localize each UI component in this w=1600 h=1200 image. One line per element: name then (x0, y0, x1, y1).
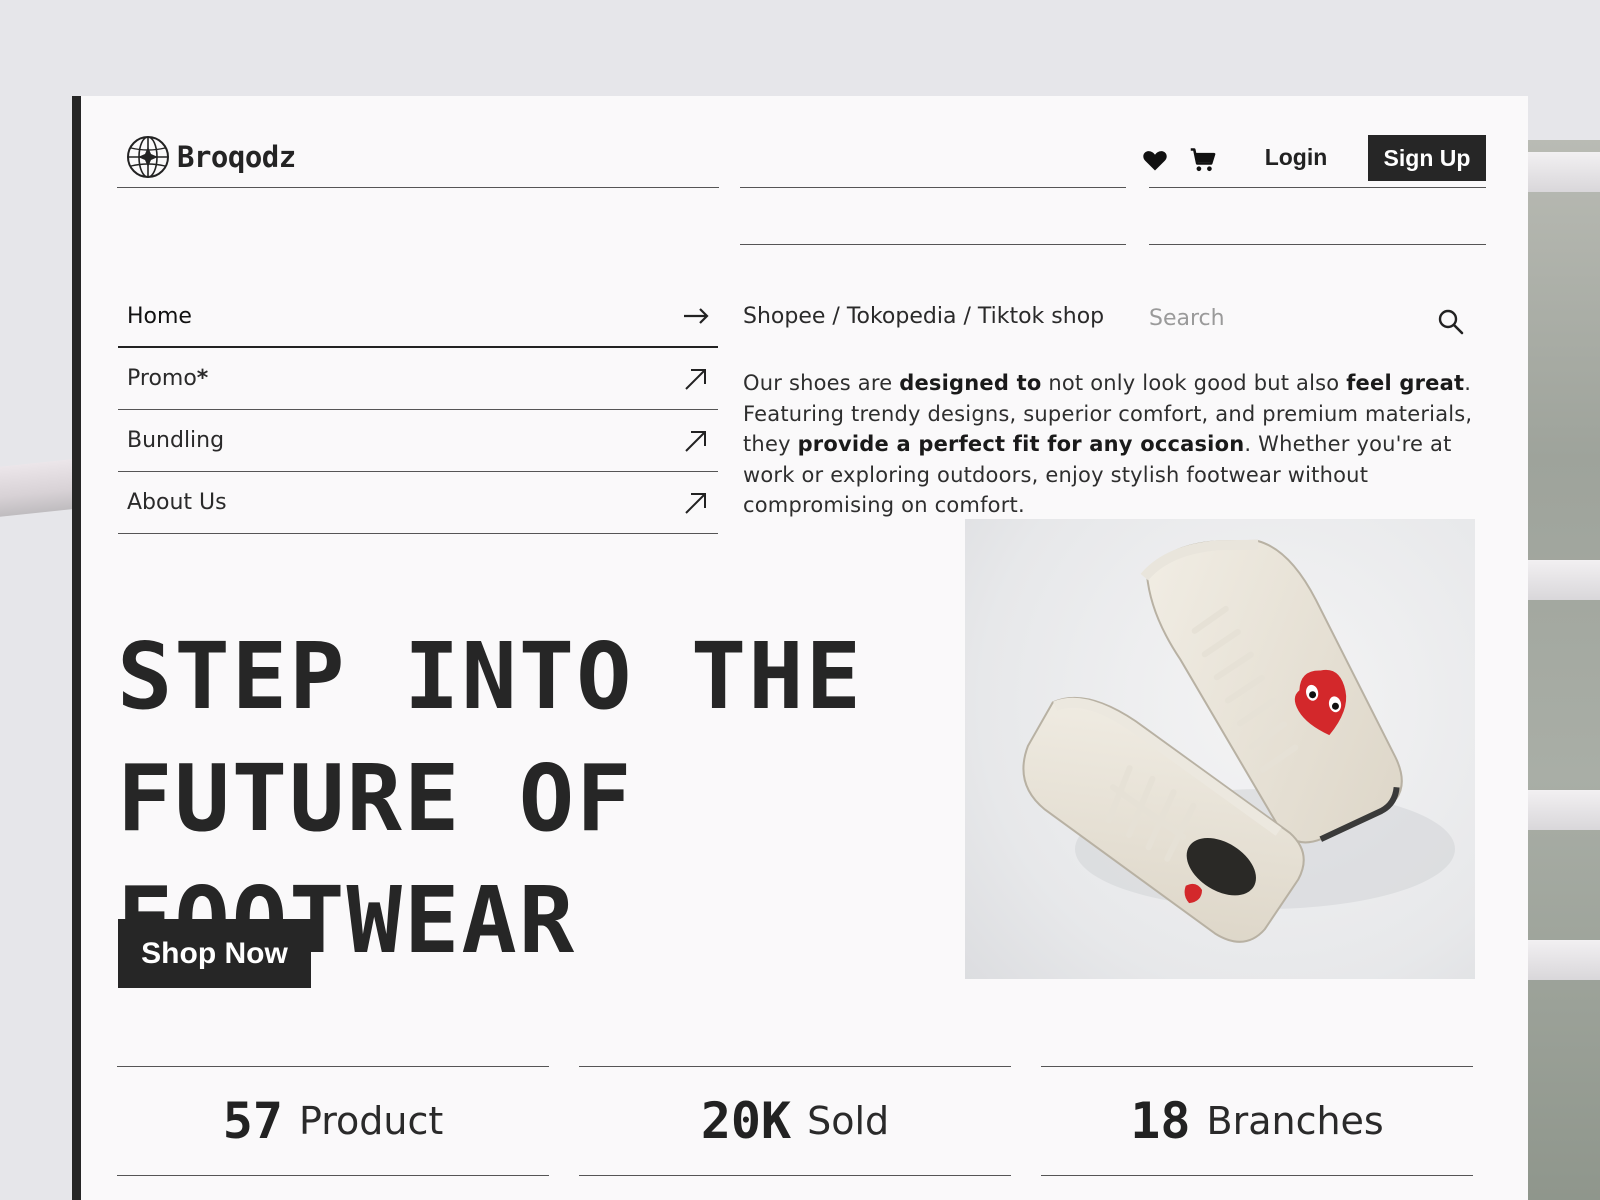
landing-card: Broqodz Login Sign Up Home Promo * Bundl… (72, 96, 1528, 1200)
marketplace-link-tokopedia[interactable]: Tokopedia (847, 304, 957, 329)
nav-item-label: Home (127, 303, 192, 329)
divider (1149, 187, 1486, 188)
brand-logo[interactable]: Broqodz (125, 134, 296, 180)
marketplace-link-tiktok[interactable]: Tiktok shop (978, 304, 1104, 329)
description-highlight: feel great (1346, 371, 1465, 395)
description-text: not only look good but also (1041, 371, 1347, 395)
description-highlight: designed to (899, 371, 1042, 395)
divider (1149, 244, 1486, 245)
nav-item-label: Bundling (127, 428, 225, 453)
stat-sold: 20K Sold (579, 1066, 1011, 1176)
arrow-up-right-icon (685, 430, 706, 452)
marketplace-links: Shopee / Tokopedia / Tiktok shop (743, 304, 1104, 329)
globe-icon (127, 136, 169, 178)
product-image (965, 519, 1475, 979)
sneakers-illustration (1022, 539, 1455, 943)
promo-marker: * (196, 366, 209, 391)
cart-icon[interactable] (1189, 146, 1217, 174)
divider (740, 187, 1126, 188)
nav-item-label: Promo (127, 366, 197, 391)
description-highlight: provide a perfect fit for any occasion (797, 432, 1245, 456)
arrow-up-right-icon (685, 492, 706, 514)
stat-label: Branches (1206, 1099, 1384, 1143)
nav-item-bundling[interactable]: Bundling (118, 410, 718, 472)
nav-item-promo[interactable]: Promo * (118, 348, 718, 410)
nav-item-label: About Us (127, 490, 227, 515)
arrow-right-icon (684, 308, 709, 324)
divider (740, 244, 1126, 245)
search-input[interactable] (1149, 296, 1419, 340)
divider (117, 187, 719, 188)
stat-label: Sold (807, 1099, 890, 1143)
nav-item-about-us[interactable]: About Us (118, 472, 718, 534)
signup-button[interactable]: Sign Up (1368, 135, 1486, 181)
brand-name: Broqodz (177, 140, 296, 174)
stat-value: 18 (1130, 1092, 1191, 1150)
search-icon[interactable] (1437, 308, 1465, 336)
description: Our shoes are designed to not only look … (743, 368, 1483, 521)
hero-title-line: FUTURE OF (117, 745, 634, 852)
hero-title-line: STEP INTO THE (117, 623, 864, 730)
stat-label: Product (298, 1099, 444, 1143)
description-text: Our shoes are (743, 371, 900, 395)
nav-item-home[interactable]: Home (118, 286, 718, 348)
stat-value: 57 (222, 1092, 283, 1150)
marketplace-link-shopee[interactable]: Shopee (743, 304, 825, 329)
stat-products: 57 Product (117, 1066, 549, 1176)
stat-branches: 18 Branches (1041, 1066, 1473, 1176)
heart-icon[interactable] (1141, 146, 1169, 174)
stat-value: 20K (700, 1092, 792, 1150)
separator: / (956, 304, 978, 329)
login-button[interactable]: Login (1241, 144, 1351, 176)
nav-menu: Home Promo * Bundling About Us (118, 286, 718, 534)
shop-now-button[interactable]: Shop Now (118, 919, 311, 988)
arrow-up-right-icon (685, 368, 706, 390)
separator: / (825, 304, 847, 329)
header-icons (1141, 146, 1217, 174)
